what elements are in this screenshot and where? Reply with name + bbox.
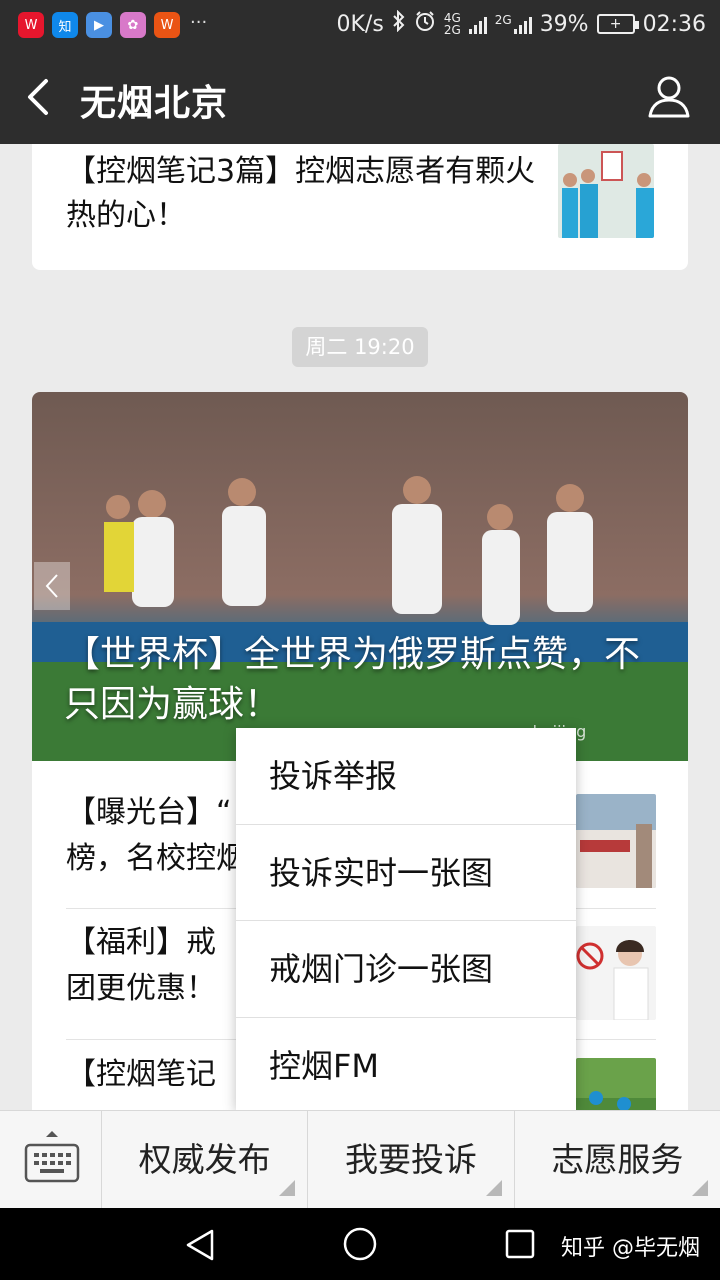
battery-percent: 39%: [539, 11, 589, 37]
submenu-indicator-icon: [279, 1180, 296, 1196]
chevron-left-icon: [45, 574, 58, 598]
article-title-line2: 榜，名校控烟: [66, 841, 246, 876]
menu-item-clinic-map[interactable]: 戒烟门诊一张图: [236, 921, 576, 1018]
menu-item-tobacco-fm[interactable]: 控烟FM: [236, 1018, 576, 1115]
weibo-icon-2: W: [154, 12, 180, 38]
article-title: 【曝光台】“: [66, 795, 232, 830]
photo-app-icon: ✿: [120, 12, 146, 38]
back-arrow-icon: [28, 79, 48, 115]
article-title-line2: 团更优惠！: [66, 971, 216, 1006]
menu-volunteer-service[interactable]: 志愿服务: [515, 1111, 720, 1208]
menu-item-complaint-report[interactable]: 投诉举报: [236, 728, 576, 825]
submenu-popup: 投诉举报 投诉实时一张图 戒烟门诊一张图 控烟FM: [236, 728, 576, 1110]
net-speed: 0K/s: [336, 11, 384, 37]
battery-icon: +: [596, 14, 639, 34]
account-menu-bar: 权威发布 我要投诉 志愿服务: [0, 1110, 720, 1209]
title-bar: 无烟北京: [0, 50, 720, 144]
keyboard-toggle-button[interactable]: [0, 1111, 102, 1209]
article-card[interactable]: 【控烟笔记3篇】控烟志愿者有颗火热的心！: [32, 144, 688, 270]
nav-home-icon[interactable]: [342, 1226, 378, 1262]
menu-item-complaint-map[interactable]: 投诉实时一张图: [236, 825, 576, 921]
menu-authoritative-release[interactable]: 权威发布: [102, 1111, 309, 1208]
more-notifications-icon: ···: [190, 12, 208, 33]
signal-2-icon: 2G: [495, 14, 532, 34]
hero-prev-arrow[interactable]: [34, 562, 70, 610]
zhihu-watermark: 知乎 @毕无烟: [561, 1236, 700, 1261]
nav-recent-apps-icon[interactable]: [504, 1228, 536, 1260]
article-thumbnail: [576, 1058, 656, 1110]
hero-article[interactable]: 【世界杯】全世界为俄罗斯点赞，不只因为赢球！ wuyanbeijing: [32, 392, 688, 761]
notification-icons: W 知 ▶ ✿ W ···: [18, 12, 207, 38]
page-title: 无烟北京: [80, 83, 229, 124]
menu-file-complaint[interactable]: 我要投诉: [308, 1111, 515, 1208]
signal-icon: [468, 14, 487, 34]
clock: 02:36: [642, 11, 706, 37]
submenu-indicator-icon: [691, 1180, 708, 1196]
weibo-icon: W: [18, 12, 44, 38]
zhihu-icon: 知: [52, 12, 78, 38]
system-nav-bar: 知乎 @毕无烟: [0, 1208, 720, 1280]
article-title: 【福利】戒: [66, 925, 216, 960]
back-button[interactable]: [20, 76, 60, 118]
status-right: 0K/s 4G 2G 2G 39% + 02:36: [336, 9, 706, 38]
article-thumbnail: [576, 794, 656, 888]
nav-back-icon[interactable]: [184, 1228, 216, 1262]
alarm-icon: [414, 10, 436, 38]
article-thumbnail: [558, 144, 654, 238]
submenu-indicator-icon: [485, 1180, 502, 1196]
bluetooth-icon: [392, 9, 406, 38]
official-account-profile-button[interactable]: [644, 72, 694, 122]
article-thumbnail: [576, 926, 656, 1020]
keyboard-icon: [24, 1131, 80, 1183]
message-timestamp: 周二 19:20: [292, 327, 428, 367]
user-icon: [648, 76, 690, 118]
status-bar: W 知 ▶ ✿ W ··· 0K/s 4G 2G 2G 39% + 02:36: [0, 0, 720, 50]
article-title: 【控烟笔记3篇】控烟志愿者有颗火热的心！: [66, 154, 536, 233]
hero-article-title: 【世界杯】全世界为俄罗斯点赞，不只因为赢球！: [64, 634, 641, 725]
video-app-icon: ▶: [86, 12, 112, 38]
network-type: 4G 2G: [443, 11, 461, 37]
